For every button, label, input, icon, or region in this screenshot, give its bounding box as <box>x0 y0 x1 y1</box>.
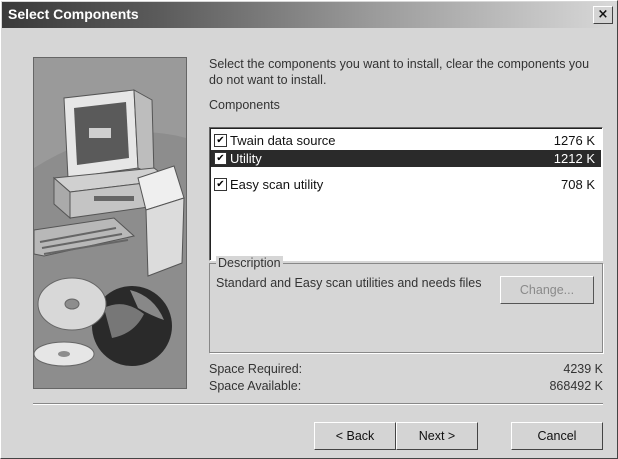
setup-illustration <box>33 57 187 389</box>
description-text: Standard and Easy scan utilities and nee… <box>216 276 482 290</box>
description-group: Description Standard and Easy scan utili… <box>209 256 603 353</box>
checkbox-checked-icon[interactable]: ✔ <box>214 178 227 191</box>
component-name: Easy scan utility <box>230 177 324 192</box>
list-item[interactable]: ✔ Utility 1212 K <box>211 150 601 167</box>
next-button[interactable]: Next > <box>396 422 478 450</box>
back-button[interactable]: < Back <box>314 422 396 450</box>
component-size: 1276 K <box>553 133 595 148</box>
close-button[interactable]: × <box>593 6 613 24</box>
components-label: Components <box>209 98 280 112</box>
space-available-label: Space Available: <box>209 379 302 393</box>
cancel-button[interactable]: Cancel <box>511 422 603 450</box>
instruction-text: Select the components you want to instal… <box>209 57 590 87</box>
select-components-dialog: Select Components × Select the component… <box>0 0 618 459</box>
component-size: 708 K <box>561 177 595 192</box>
space-required-row: Space Required: 4239 K <box>209 362 603 378</box>
checkbox-checked-icon[interactable]: ✔ <box>214 152 227 165</box>
title-bar[interactable]: Select Components × <box>2 2 616 28</box>
change-button[interactable]: Change... <box>500 276 594 304</box>
component-name: Twain data source <box>230 133 336 148</box>
component-size: 1212 K <box>553 151 595 166</box>
close-icon: × <box>597 7 609 22</box>
list-item[interactable]: ✔ Easy scan utility 708 K <box>211 176 601 193</box>
space-available-row: Space Available: 868492 K <box>209 379 603 395</box>
space-required-label: Space Required: <box>209 362 303 376</box>
components-list[interactable]: ✔ Twain data source 1276 K ✔ Utility 121… <box>209 127 603 261</box>
checkbox-checked-icon[interactable]: ✔ <box>214 134 227 147</box>
divider <box>33 403 603 405</box>
list-item[interactable]: ✔ Twain data source 1276 K <box>211 132 601 149</box>
description-legend: Description <box>216 256 283 270</box>
space-required-value: 4239 K <box>563 362 603 376</box>
component-name: Utility <box>230 151 262 166</box>
computer-illustration <box>34 58 186 388</box>
window-title: Select Components <box>8 6 139 22</box>
space-available-value: 868492 K <box>549 379 603 393</box>
